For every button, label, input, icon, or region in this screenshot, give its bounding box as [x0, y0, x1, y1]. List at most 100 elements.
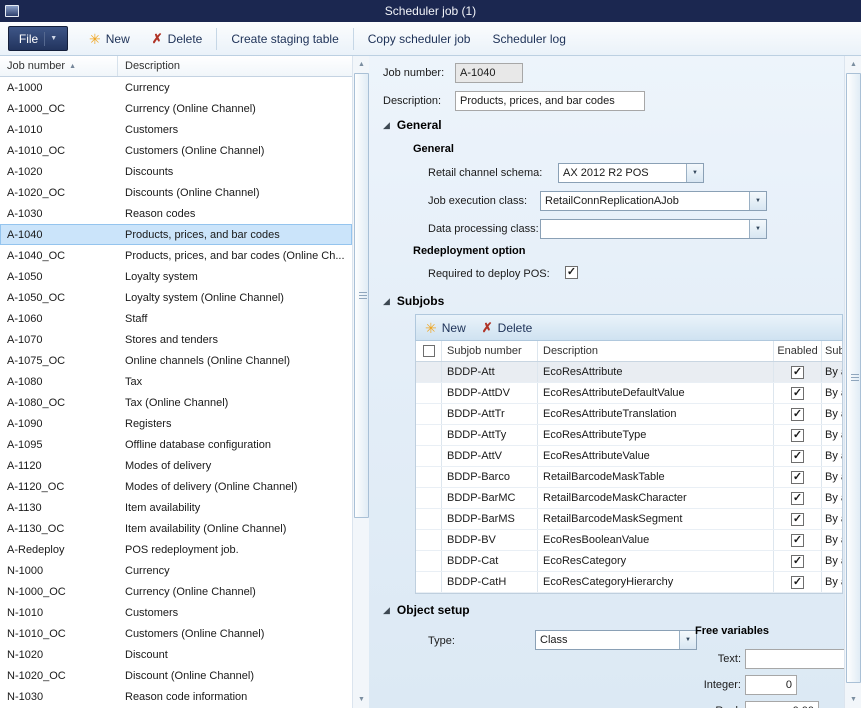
table-row[interactable]: A-1090 Registers: [0, 413, 352, 434]
section-object-setup[interactable]: ◢ Object setup: [383, 603, 470, 617]
row-selector-cell[interactable]: [416, 530, 442, 550]
required-to-deploy-checkbox[interactable]: ✓: [565, 266, 578, 279]
enabled-checkbox[interactable]: ✓: [791, 576, 804, 589]
table-row[interactable]: BDDP-Barco RetailBarcodeMaskTable ✓ By a: [416, 467, 842, 488]
table-row[interactable]: A-1050_OC Loyalty system (Online Channel…: [0, 287, 352, 308]
row-selector-cell[interactable]: [416, 488, 442, 508]
enabled-checkbox[interactable]: ✓: [791, 492, 804, 505]
table-row[interactable]: BDDP-Att EcoResAttribute ✓ By a: [416, 362, 842, 383]
table-row[interactable]: A-1010 Customers: [0, 119, 352, 140]
create-staging-table-button[interactable]: Create staging table: [220, 26, 349, 52]
chevron-down-icon[interactable]: ▼: [749, 192, 766, 210]
table-row[interactable]: N-1000 Currency: [0, 560, 352, 581]
table-row[interactable]: N-1010 Customers: [0, 602, 352, 623]
table-row[interactable]: N-1020 Discount: [0, 644, 352, 665]
scrollbar-thumb[interactable]: [354, 73, 369, 518]
detail-panel-scrollbar[interactable]: ▲ ▼: [844, 56, 861, 708]
table-row[interactable]: BDDP-BV EcoResBooleanValue ✓ By a: [416, 530, 842, 551]
table-row[interactable]: BDDP-AttV EcoResAttributeValue ✓ By a: [416, 446, 842, 467]
select-all-checkbox[interactable]: [423, 345, 435, 357]
copy-scheduler-job-button[interactable]: Copy scheduler job: [357, 26, 482, 52]
subjob-delete-button[interactable]: ✗ Delete: [482, 321, 533, 335]
row-selector-cell[interactable]: [416, 551, 442, 571]
table-row[interactable]: N-1010_OC Customers (Online Channel): [0, 623, 352, 644]
table-row[interactable]: A-1130 Item availability: [0, 497, 352, 518]
table-row[interactable]: A-1070 Stores and tenders: [0, 329, 352, 350]
table-row[interactable]: BDDP-AttTr EcoResAttributeTranslation ✓ …: [416, 404, 842, 425]
table-row[interactable]: A-1075_OC Online channels (Online Channe…: [0, 350, 352, 371]
delete-button[interactable]: ✗ Delete: [141, 26, 214, 52]
section-subjobs[interactable]: ◢ Subjobs: [383, 294, 444, 308]
scroll-up-button[interactable]: ▲: [845, 56, 861, 73]
text-field[interactable]: [745, 649, 844, 669]
table-row[interactable]: BDDP-Cat EcoResCategory ✓ By a: [416, 551, 842, 572]
table-row[interactable]: BDDP-BarMS RetailBarcodeMaskSegment ✓ By…: [416, 509, 842, 530]
column-header-subjob-description[interactable]: Description: [538, 341, 774, 361]
table-row[interactable]: A-1080 Tax: [0, 371, 352, 392]
table-row[interactable]: A-1120 Modes of delivery: [0, 455, 352, 476]
table-row[interactable]: A-1030 Reason codes: [0, 203, 352, 224]
row-selector-cell[interactable]: [416, 362, 442, 382]
table-row[interactable]: BDDP-BarMC RetailBarcodeMaskCharacter ✓ …: [416, 488, 842, 509]
table-row[interactable]: A-1060 Staff: [0, 308, 352, 329]
row-selector-cell[interactable]: [416, 404, 442, 424]
retail-channel-schema-select[interactable]: AX 2012 R2 POS ▼: [558, 163, 704, 183]
table-row[interactable]: A-1120_OC Modes of delivery (Online Chan…: [0, 476, 352, 497]
table-row[interactable]: A-1020_OC Discounts (Online Channel): [0, 182, 352, 203]
new-button[interactable]: ✳ New: [78, 26, 141, 52]
row-selector-cell[interactable]: [416, 572, 442, 592]
enabled-checkbox[interactable]: ✓: [791, 366, 804, 379]
description-field[interactable]: [455, 91, 645, 111]
data-processing-class-select[interactable]: ▼: [540, 219, 767, 239]
row-selector-cell[interactable]: [416, 509, 442, 529]
enabled-checkbox[interactable]: ✓: [791, 513, 804, 526]
enabled-checkbox[interactable]: ✓: [791, 450, 804, 463]
chevron-down-icon[interactable]: ▼: [749, 220, 766, 238]
table-row[interactable]: A-1040 Products, prices, and bar codes: [0, 224, 352, 245]
scroll-up-button[interactable]: ▲: [353, 56, 370, 73]
row-selector-cell[interactable]: [416, 467, 442, 487]
file-menu-button[interactable]: File ▼: [8, 26, 68, 51]
column-header-job-number[interactable]: Job number ▲: [0, 56, 118, 76]
table-row[interactable]: A-Redeploy POS redeployment job.: [0, 539, 352, 560]
table-row[interactable]: N-1030 Reason code information: [0, 686, 352, 707]
chevron-down-icon[interactable]: ▼: [679, 631, 696, 649]
table-row[interactable]: N-1020_OC Discount (Online Channel): [0, 665, 352, 686]
table-row[interactable]: A-1000_OC Currency (Online Channel): [0, 98, 352, 119]
row-selector-cell[interactable]: [416, 425, 442, 445]
table-row[interactable]: A-1050 Loyalty system: [0, 266, 352, 287]
subjob-new-button[interactable]: ✳ New: [425, 321, 466, 335]
scheduler-log-button[interactable]: Scheduler log: [481, 26, 576, 52]
table-row[interactable]: BDDP-CatH EcoResCategoryHierarchy ✓ By a: [416, 572, 842, 593]
job-execution-class-select[interactable]: RetailConnReplicationAJob ▼: [540, 191, 767, 211]
table-row[interactable]: A-1095 Offline database configuration: [0, 434, 352, 455]
row-selector-cell[interactable]: [416, 383, 442, 403]
scrollbar-thumb[interactable]: [846, 73, 861, 683]
job-number-field[interactable]: [455, 63, 523, 83]
column-header-subjob-number[interactable]: Subjob number: [442, 341, 538, 361]
row-selector-cell[interactable]: [416, 446, 442, 466]
table-row[interactable]: A-1080_OC Tax (Online Channel): [0, 392, 352, 413]
column-header-description[interactable]: Description: [118, 56, 352, 76]
table-row[interactable]: A-1020 Discounts: [0, 161, 352, 182]
enabled-checkbox[interactable]: ✓: [791, 555, 804, 568]
enabled-checkbox[interactable]: ✓: [791, 471, 804, 484]
table-row[interactable]: BDDP-AttDV EcoResAttributeDefaultValue ✓…: [416, 383, 842, 404]
table-row[interactable]: N-1000_OC Currency (Online Channel): [0, 581, 352, 602]
chevron-down-icon[interactable]: ▼: [686, 164, 703, 182]
enabled-checkbox[interactable]: ✓: [791, 387, 804, 400]
table-row[interactable]: A-1010_OC Customers (Online Channel): [0, 140, 352, 161]
table-row[interactable]: A-1000 Currency: [0, 77, 352, 98]
section-general[interactable]: ◢ General: [383, 118, 442, 132]
table-row[interactable]: A-1040_OC Products, prices, and bar code…: [0, 245, 352, 266]
enabled-checkbox[interactable]: ✓: [791, 534, 804, 547]
table-row[interactable]: BDDP-AttTy EcoResAttributeType ✓ By a: [416, 425, 842, 446]
integer-field[interactable]: [745, 675, 797, 695]
scroll-down-button[interactable]: ▼: [845, 691, 861, 708]
type-select[interactable]: Class ▼: [535, 630, 697, 650]
enabled-checkbox[interactable]: ✓: [791, 429, 804, 442]
scroll-down-button[interactable]: ▼: [353, 691, 370, 708]
enabled-checkbox[interactable]: ✓: [791, 408, 804, 421]
column-header-sub[interactable]: Sub: [822, 341, 842, 361]
job-list-scrollbar[interactable]: ▲ ▼: [352, 56, 369, 708]
